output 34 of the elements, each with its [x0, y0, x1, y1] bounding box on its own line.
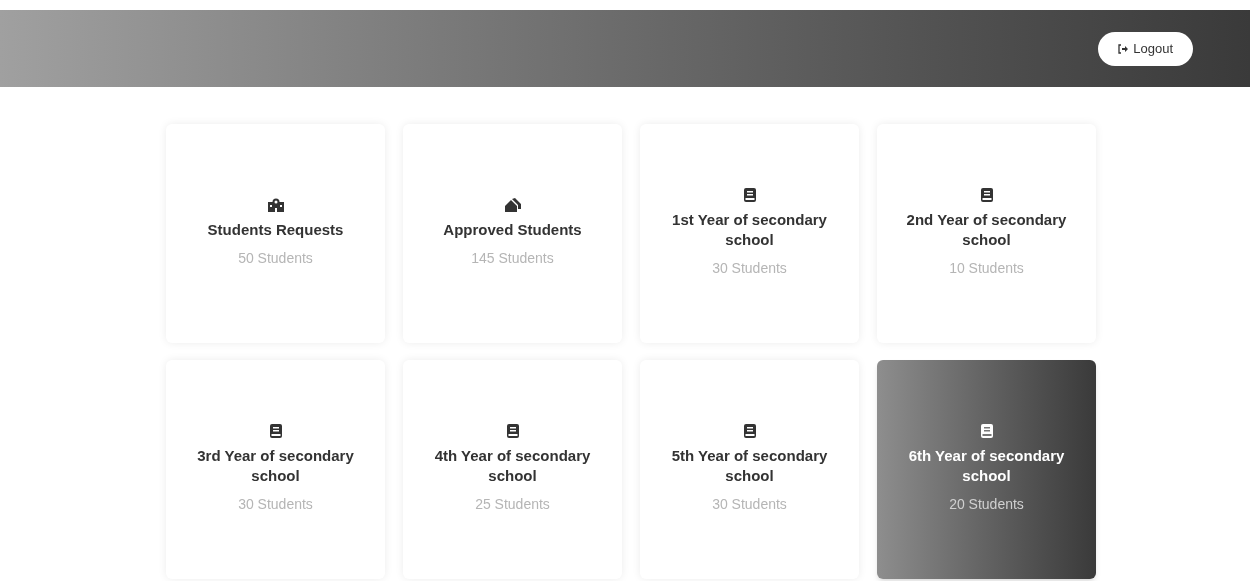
book-icon: [506, 424, 519, 438]
student-count: 50 Students: [238, 249, 313, 268]
student-count: 30 Students: [238, 495, 313, 514]
book-icon: [980, 188, 993, 202]
book-icon: [743, 424, 756, 438]
student-count: 25 Students: [475, 495, 550, 514]
book-icon: [269, 424, 282, 438]
category-card[interactable]: 2nd Year of secondary school 10 Students: [877, 124, 1096, 343]
category-card[interactable]: 1st Year of secondary school 30 Students: [640, 124, 859, 343]
school-icon: [267, 198, 284, 212]
card-title: Students Requests: [207, 220, 344, 240]
student-count: 30 Students: [712, 495, 787, 514]
card-title: 2nd Year of secondary school: [905, 210, 1068, 250]
category-card[interactable]: Students Requests 50 Students: [166, 124, 385, 343]
logout-button[interactable]: Logout: [1098, 31, 1193, 66]
student-count: 10 Students: [949, 259, 1024, 278]
student-count: 20 Students: [949, 495, 1024, 514]
houses-icon: [504, 198, 521, 212]
book-icon: [743, 188, 756, 202]
card-title: 1st Year of secondary school: [671, 210, 828, 250]
card-title: 4th Year of secondary school: [433, 446, 592, 486]
category-card[interactable]: 4th Year of secondary school 25 Students: [403, 360, 622, 579]
student-count: 145 Students: [471, 249, 554, 268]
logout-icon: [1118, 43, 1130, 54]
card-title: 6th Year of secondary school: [907, 446, 1066, 486]
category-card[interactable]: Approved Students 145 Students: [403, 124, 622, 343]
category-card[interactable]: 3rd Year of secondary school 30 Students: [166, 360, 385, 579]
category-card[interactable]: 5th Year of secondary school 30 Students: [640, 360, 859, 579]
category-card[interactable]: 6th Year of secondary school 20 Students: [877, 360, 1096, 579]
card-title: 3rd Year of secondary school: [196, 446, 355, 486]
card-title: 5th Year of secondary school: [670, 446, 829, 486]
student-count: 30 Students: [712, 259, 787, 278]
card-title: Approved Students: [443, 220, 582, 240]
book-icon: [980, 424, 993, 438]
